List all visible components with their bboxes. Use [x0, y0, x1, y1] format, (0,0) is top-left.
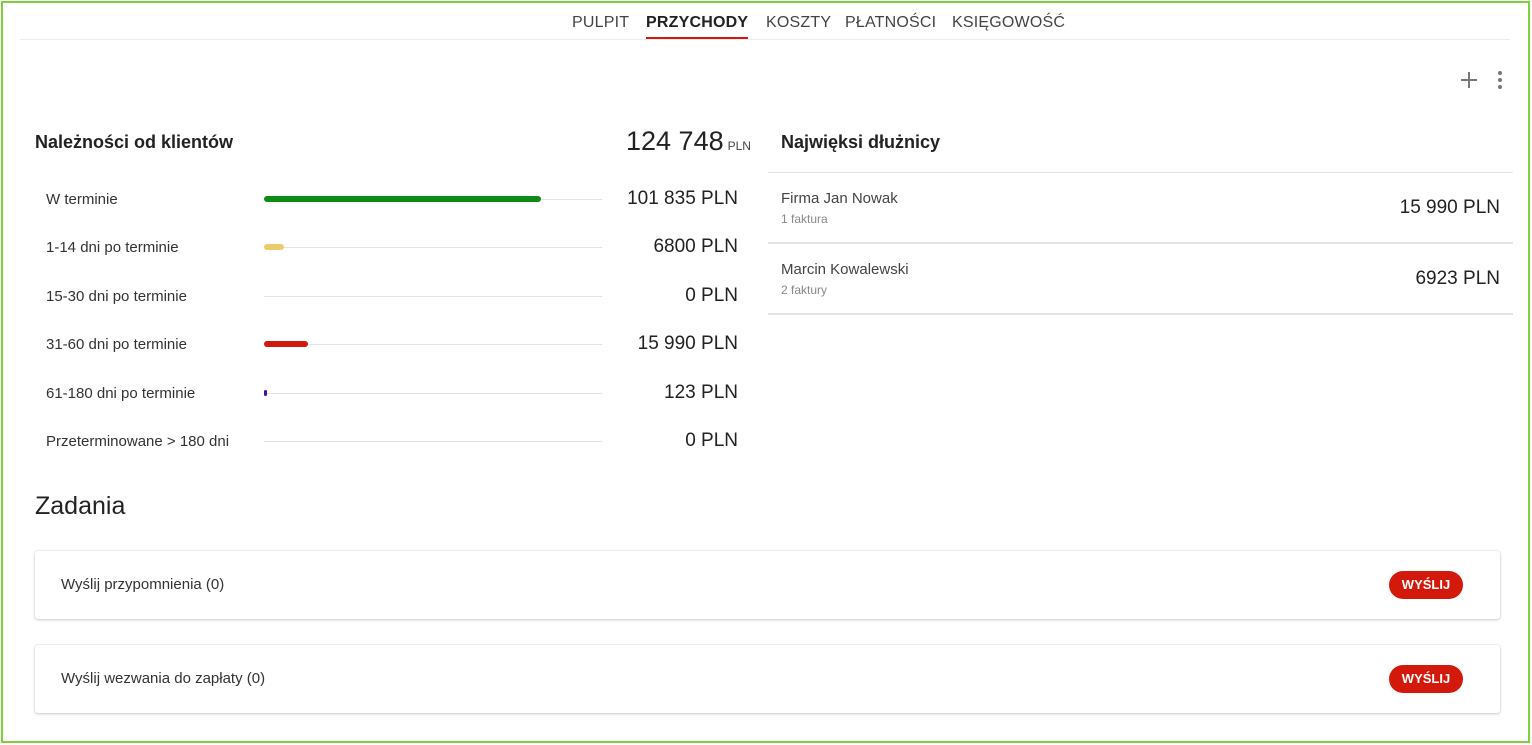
aging-bar-track: [264, 196, 602, 202]
aging-row-label: Przeterminowane > 180 dni: [46, 433, 230, 450]
debtor-name: Firma Jan Nowak: [781, 190, 898, 207]
app-frame: [1, 1, 1530, 743]
debtor-name: Marcin Kowalewski: [781, 261, 909, 278]
tab-platnosci[interactable]: PŁATNOŚCI: [845, 14, 936, 32]
tab-pulpit[interactable]: PULPIT: [572, 14, 629, 32]
tab-ksiegowosc[interactable]: KSIĘGOWOŚĆ: [952, 14, 1065, 32]
aging-row-amount: 0 PLN: [685, 430, 738, 451]
send-reminders-button[interactable]: WYŚLIJ: [1389, 571, 1463, 599]
aging-row-amount: 0 PLN: [685, 285, 738, 306]
aging-bar-track: [264, 296, 602, 297]
aging-bar: [264, 341, 308, 347]
aging-row-label: W terminie: [46, 191, 118, 208]
aging-row-amount: 101 835 PLN: [627, 188, 738, 209]
tasks-title: Zadania: [35, 492, 126, 520]
aging-row-label: 1-14 dni po terminie: [46, 239, 179, 256]
aging-bar-track: [264, 441, 602, 442]
debtor-row[interactable]: Marcin Kowalewski 2 faktury 6923 PLN: [768, 244, 1513, 315]
plus-icon[interactable]: [1458, 68, 1480, 92]
receivables-total-amount: 124 748: [626, 126, 724, 156]
aging-bar-track: [264, 390, 602, 396]
aging-row-label: 31-60 dni po terminie: [46, 336, 187, 353]
receivables-total-currency: PLN: [727, 139, 751, 153]
tab-koszty[interactable]: KOSZTY: [766, 14, 831, 32]
debtor-amount: 6923 PLN: [1415, 268, 1500, 289]
debtor-amount: 15 990 PLN: [1399, 197, 1500, 218]
tab-przychody[interactable]: PRZYCHODY: [646, 14, 749, 39]
aging-bar-track: [264, 341, 602, 347]
aging-bar: [264, 244, 284, 250]
aging-row-label: 15-30 dni po terminie: [46, 288, 187, 305]
aging-row-amount: 15 990 PLN: [637, 333, 738, 354]
aging-row-label: 61-180 dni po terminie: [46, 385, 196, 402]
debtor-invoices: 2 faktury: [781, 283, 828, 297]
task-label: Wyślij wezwania do zapłaty (0): [61, 670, 266, 687]
aging-bar-track: [264, 244, 602, 250]
main-tabs: PULPIT PRZYCHODY KOSZTY PŁATNOŚCI KSIĘGO…: [20, 0, 1510, 40]
task-label: Wyślij przypomnienia (0): [61, 576, 225, 593]
aging-row-amount: 123 PLN: [664, 382, 738, 403]
aging-bar: [264, 196, 541, 202]
debtor-row[interactable]: Firma Jan Nowak 1 faktura 15 990 PLN: [768, 173, 1513, 244]
receivables-total: 124 748 PLN: [626, 126, 751, 157]
aging-row-amount: 6800 PLN: [653, 236, 738, 257]
send-payment-demands-button[interactable]: WYŚLIJ: [1389, 665, 1463, 693]
vertical-dots-icon[interactable]: [1490, 68, 1510, 92]
debtor-invoices: 1 faktura: [781, 212, 828, 226]
receivables-title: Należności od klientów: [35, 132, 234, 152]
debtors-title: Najwięksi dłużnicy: [781, 132, 941, 152]
task-card: Wyślij przypomnienia (0) WYŚLIJ: [35, 551, 1500, 619]
task-card: Wyślij wezwania do zapłaty (0) WYŚLIJ: [35, 645, 1500, 713]
aging-bar: [264, 390, 267, 396]
